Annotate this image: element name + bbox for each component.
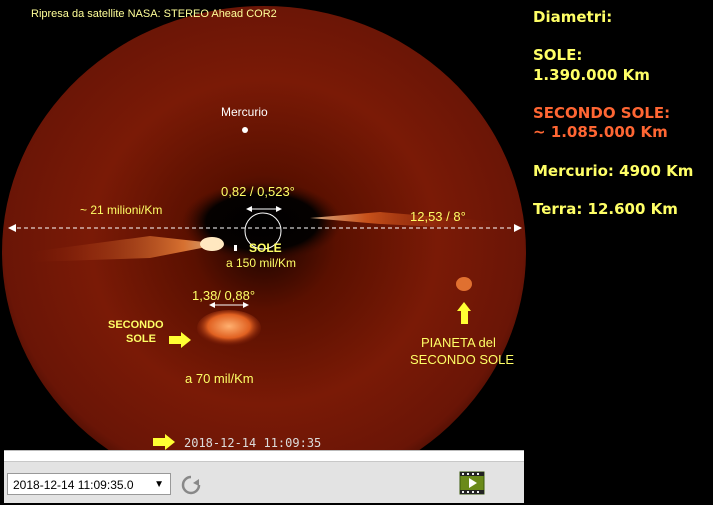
second-sun-label-1: SECONDO: [108, 319, 164, 331]
sun-diameter-label: SOLE:: [533, 46, 583, 64]
timestamp-label: 2018-12-14 11:09:35: [184, 436, 322, 450]
mercury-diameter: Mercurio: 4900 Km: [533, 162, 694, 180]
mercury-dot: [242, 127, 248, 133]
satellite-view: Ripresa da satellite NASA: STEREO Ahead …: [0, 0, 713, 505]
planet-blob: [456, 277, 472, 291]
planet-label-1: PIANETA del: [421, 335, 496, 350]
datetime-select[interactable]: 2018-12-14 11:09:35.0 ▼: [7, 473, 171, 495]
distance-21-label: ~ 21 milioni/Km: [80, 203, 163, 217]
sun-diameter-value: 1.390.000 Km: [533, 66, 650, 84]
film-icon[interactable]: [459, 471, 485, 495]
header-caption: Ripresa da satellite NASA: STEREO Ahead …: [31, 8, 277, 20]
progress-bar[interactable]: [4, 451, 524, 462]
sun-marker: [234, 245, 237, 251]
sun-label: SOLE: [249, 241, 282, 255]
second-sun-blob: [197, 310, 261, 346]
second-distance-label: a 70 mil/Km: [185, 371, 254, 386]
angle-12-label: 12,53 / 8°: [410, 209, 466, 224]
player-bar: 2018-12-14 11:09:35.0 ▼: [4, 450, 524, 503]
mercurio-label: Mercurio: [221, 105, 268, 119]
second-sun-diameter-label: SECONDO SOLE:: [533, 104, 671, 122]
earth-diameter: Terra: 12.600 Km: [533, 200, 678, 218]
left-bright-spot: [200, 237, 224, 251]
refresh-icon[interactable]: [180, 474, 202, 496]
sun-distance-label: a 150 mil/Km: [226, 256, 297, 270]
sun-angle-label: 0,82 / 0,523°: [221, 184, 295, 199]
datetime-select-value: 2018-12-14 11:09:35.0: [13, 478, 134, 492]
diameters-title: Diametri:: [533, 8, 613, 26]
second-sun-diameter-value: ~ 1.085.000 Km: [533, 123, 668, 141]
chevron-down-icon: ▼: [154, 479, 164, 490]
planet-label-2: SECONDO SOLE: [410, 352, 515, 367]
second-angle-label: 1,38/ 0,88°: [192, 288, 256, 303]
second-sun-label-2: SOLE: [126, 333, 156, 345]
